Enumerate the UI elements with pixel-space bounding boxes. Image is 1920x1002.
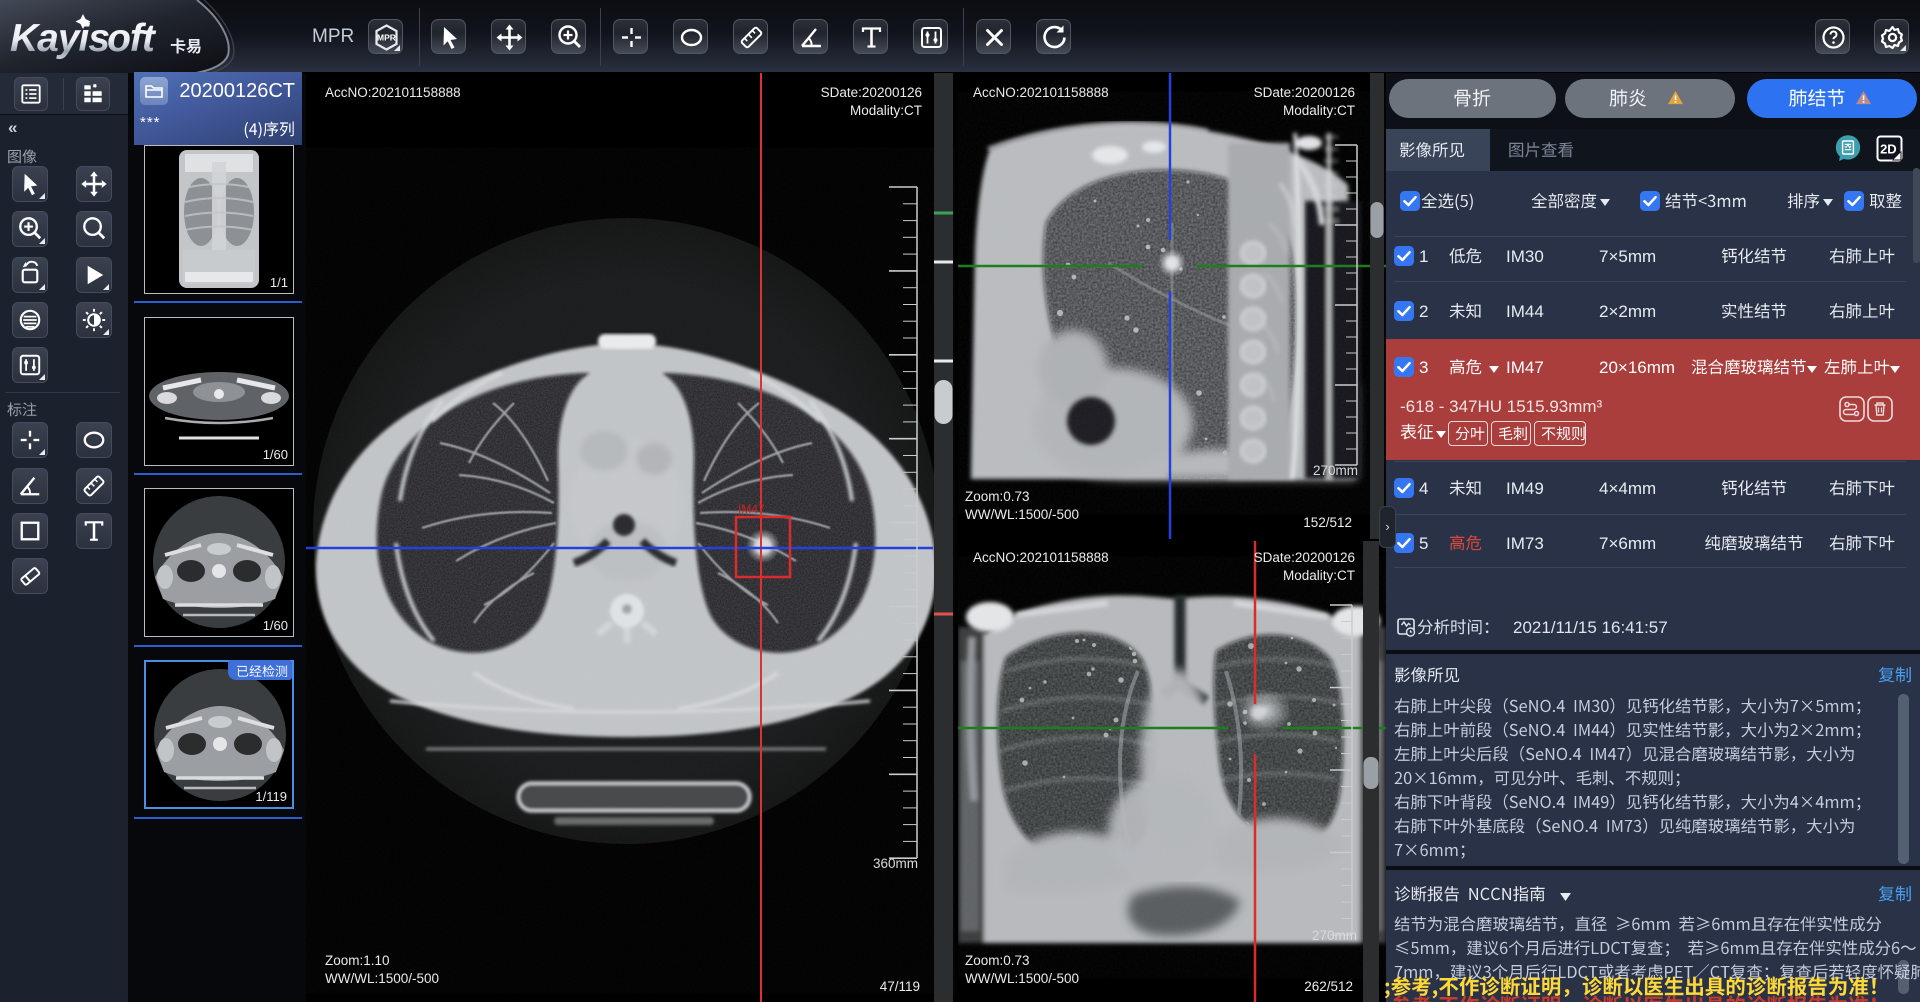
svg-text:360mm: 360mm — [873, 856, 918, 871]
svg-text:MPR: MPR — [377, 33, 396, 43]
svg-text:2D: 2D — [1880, 142, 1897, 157]
svg-text:IM47: IM47 — [738, 502, 765, 516]
svg-text:270mm: 270mm — [1312, 928, 1357, 943]
svg-text:270mm: 270mm — [1313, 463, 1358, 478]
